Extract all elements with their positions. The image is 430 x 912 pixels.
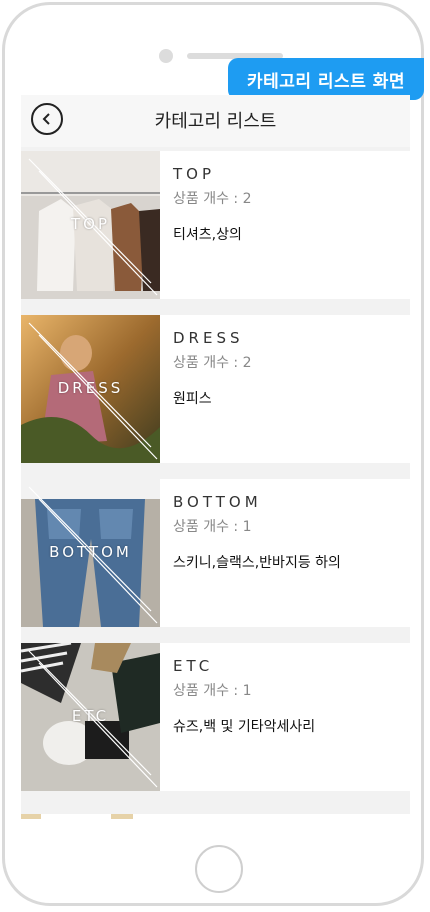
category-description: 슈즈,백 및 기타악세사리	[173, 719, 316, 735]
thumbnail-label: BOTTOM	[49, 543, 132, 561]
category-thumbnail-dress: DRESS	[21, 315, 160, 463]
page-title: 카테고리 리스트	[154, 111, 277, 132]
screen: 카테고리 리스트 TOP TOP 상품 개수 : 2 티셔츠,상의 DRESS …	[21, 95, 410, 819]
thumbnail-label: ETC	[71, 707, 110, 725]
product-count: 상품 개수 : 1	[173, 683, 252, 699]
home-button[interactable]	[195, 845, 243, 893]
category-card-etc[interactable]: ETC ETC 상품 개수 : 1 슈즈,백 및 기타악세사리	[21, 643, 410, 791]
header: 카테고리 리스트	[21, 95, 410, 147]
category-description: 티셔츠,상의	[173, 227, 242, 243]
category-card-bottom[interactable]: BOTTOM BOTTOM 상품 개수 : 1 스키니,슬랙스,반바지등 하의	[21, 479, 410, 627]
screen-badge: 카테고리 리스트 화면	[228, 58, 424, 100]
product-count: 상품 개수 : 2	[173, 191, 252, 207]
category-description: 스키니,슬랙스,반바지등 하의	[173, 555, 341, 571]
category-thumbnail-top: TOP	[21, 151, 160, 299]
thumbnail-fragment	[21, 814, 41, 819]
product-count: 상품 개수 : 2	[173, 355, 252, 371]
product-count: 상품 개수 : 1	[173, 519, 252, 535]
thumbnail-label: TOP	[70, 215, 110, 233]
thumbnail-fragment	[111, 814, 133, 819]
category-description: 원피스	[173, 391, 212, 407]
category-card-dress[interactable]: DRESS DRESS 상품 개수 : 2 원피스	[21, 315, 410, 463]
category-name: BOTTOM	[173, 493, 262, 511]
category-thumbnail-etc: ETC	[21, 643, 160, 791]
category-card-top[interactable]: TOP TOP 상품 개수 : 2 티셔츠,상의	[21, 151, 410, 299]
camera	[159, 49, 173, 63]
category-card-partial[interactable]	[21, 814, 410, 819]
category-name: DRESS	[173, 329, 244, 347]
category-thumbnail-bottom: BOTTOM	[21, 479, 160, 627]
category-name: ETC	[173, 657, 214, 675]
category-name: TOP	[173, 165, 216, 183]
thumbnail-label: DRESS	[57, 379, 124, 397]
